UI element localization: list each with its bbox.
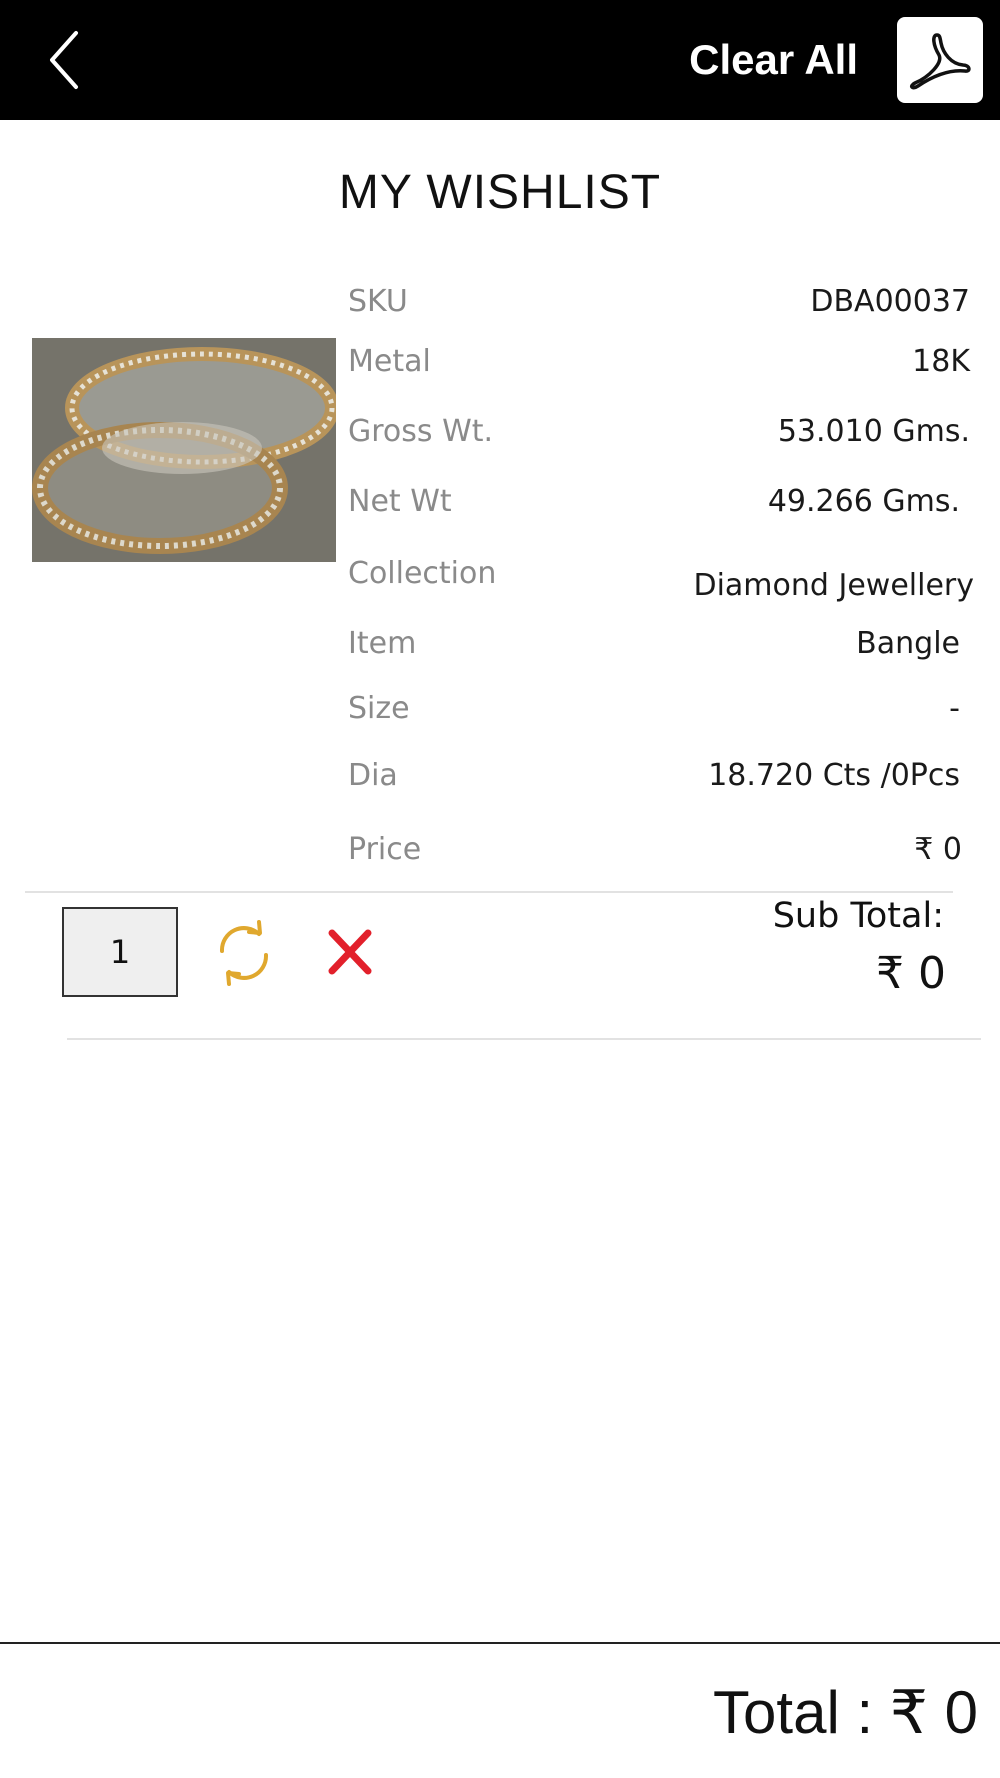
size-label: Size	[348, 690, 410, 726]
net-weight-label: Net Wt	[348, 483, 452, 519]
detail-row-net-weight: Net Wt 49.266 Gms.	[348, 478, 960, 524]
gross-weight-value: 53.010 Gms.	[777, 413, 970, 449]
dia-label: Dia	[348, 757, 398, 793]
price-value: ₹ 0	[914, 831, 962, 867]
item-label: Item	[348, 625, 417, 661]
update-quantity-button[interactable]	[213, 917, 275, 989]
grand-total: Total : ₹ 0	[713, 1679, 978, 1746]
collection-value: Diamond Jewellery	[693, 568, 974, 603]
subtotal-label: Sub Total:	[772, 896, 944, 936]
clear-all-button[interactable]: Clear All	[689, 0, 858, 120]
refresh-icon	[219, 920, 269, 986]
detail-row-collection: Collection Diamond Jewellery	[348, 556, 974, 624]
bangle-photo	[32, 338, 336, 562]
acrobat-pdf-icon	[909, 33, 971, 90]
metal-label: Metal	[348, 343, 431, 379]
metal-value: 18K	[912, 343, 970, 379]
page-title: MY WISHLIST	[338, 166, 662, 219]
sku-value: DBA00037	[810, 283, 970, 319]
net-weight-value: 49.266 Gms.	[767, 483, 960, 519]
chevron-left-icon	[50, 31, 78, 89]
quantity-field[interactable]: 1	[62, 907, 178, 997]
dia-value: 18.720 Cts /0Pcs	[708, 757, 960, 793]
detail-row-dia: Dia 18.720 Cts /0Pcs	[348, 752, 960, 798]
product-image[interactable]	[32, 338, 336, 562]
size-value: -	[949, 690, 960, 726]
detail-row-item: Item Bangle	[348, 620, 960, 666]
subtotal-value: ₹ 0	[876, 948, 946, 999]
close-icon	[328, 929, 372, 975]
sku-label: SKU	[348, 283, 408, 319]
item-divider	[25, 891, 953, 893]
pdf-export-button[interactable]	[897, 17, 983, 103]
back-button[interactable]	[34, 22, 94, 98]
detail-row-gross-weight: Gross Wt. 53.010 Gms.	[348, 408, 970, 454]
gross-weight-label: Gross Wt.	[348, 413, 494, 449]
top-bar: Clear All	[0, 0, 1000, 120]
item-value: Bangle	[856, 625, 960, 661]
detail-row-sku: SKU DBA00037	[348, 278, 970, 324]
detail-row-size: Size -	[348, 685, 960, 731]
footer-divider	[0, 1642, 1000, 1644]
price-label: Price	[348, 831, 422, 867]
detail-row-metal: Metal 18K	[348, 338, 970, 384]
collection-label: Collection	[348, 556, 497, 591]
detail-row-price: Price ₹ 0	[348, 826, 962, 872]
remove-item-button[interactable]	[326, 925, 374, 979]
subtotal-divider	[67, 1038, 981, 1040]
